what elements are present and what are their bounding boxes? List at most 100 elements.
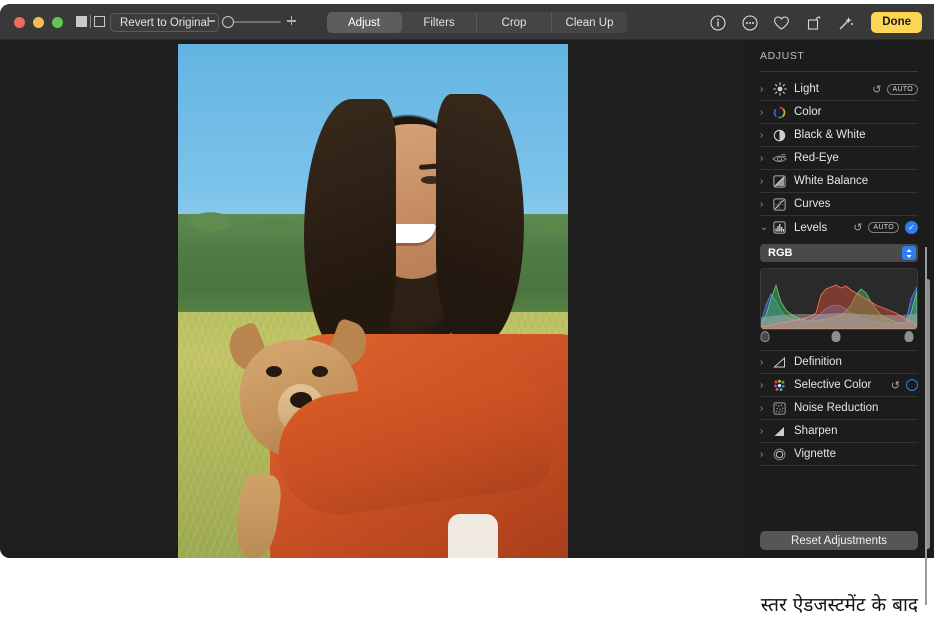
magic-wand-icon[interactable]	[837, 14, 854, 31]
more-options-icon[interactable]	[741, 14, 758, 31]
adjustment-list: › Light ↺ AUTO › Color	[744, 78, 934, 466]
sidebar-item-label: Vignette	[794, 448, 836, 460]
revert-icon[interactable]: ↺	[853, 221, 862, 234]
brightness-icon	[772, 82, 787, 97]
sidebar-item-vignette[interactable]: › Vignette	[760, 443, 918, 466]
close-button[interactable]	[14, 17, 25, 28]
sidebar-item-noise-reduction[interactable]: › Noise Reduction	[760, 397, 918, 420]
sidebar-title: ADJUST	[760, 50, 804, 62]
zoom-slider[interactable]	[208, 15, 296, 29]
revert-icon[interactable]: ↺	[891, 379, 900, 392]
sharpen-icon	[772, 424, 787, 439]
sidebar-item-label: Selective Color	[794, 379, 871, 391]
tab-adjust[interactable]: Adjust	[327, 12, 402, 33]
histogram-svg	[761, 269, 917, 329]
edited-photo[interactable]	[178, 44, 568, 558]
photo-canvas	[0, 40, 744, 558]
edit-mode-tabs: Adjust Filters Crop Clean Up	[327, 12, 627, 33]
chevron-right-icon[interactable]: ›	[760, 449, 772, 460]
sidebar-item-white-balance[interactable]: › White Balance	[760, 170, 918, 193]
callout-line	[925, 247, 927, 605]
curves-icon	[772, 197, 787, 212]
sidebar-item-definition[interactable]: › Definition	[760, 351, 918, 374]
chevron-right-icon[interactable]: ›	[760, 357, 772, 368]
noise-reduction-icon	[772, 401, 787, 416]
sidebar-item-label: Red-Eye	[794, 152, 839, 164]
black-white-icon	[772, 128, 787, 143]
tab-crop[interactable]: Crop	[477, 12, 552, 33]
red-eye-icon	[772, 151, 787, 166]
minimize-button[interactable]	[33, 17, 44, 28]
reset-adjustments-button[interactable]: Reset Adjustments	[760, 531, 918, 550]
dog-eye-right	[312, 366, 328, 377]
auto-badge[interactable]: AUTO	[887, 84, 918, 95]
zoom-in-icon[interactable]	[287, 16, 296, 25]
revert-icon[interactable]: ↺	[872, 83, 881, 96]
chevron-updown-icon[interactable]	[902, 246, 916, 260]
black-point-handle[interactable]	[760, 331, 769, 342]
rotate-icon[interactable]	[805, 14, 822, 31]
levels-panel: RGB	[760, 239, 918, 351]
selective-color-icon	[772, 378, 787, 393]
chevron-right-icon[interactable]: ›	[760, 84, 772, 95]
chevron-right-icon[interactable]: ›	[760, 130, 772, 141]
sidebar-item-light[interactable]: › Light ↺ AUTO	[760, 78, 918, 101]
sidebar-item-color[interactable]: › Color	[760, 101, 918, 124]
sidebar-item-label: Noise Reduction	[794, 402, 878, 414]
tab-cleanup[interactable]: Clean Up	[552, 12, 627, 33]
levels-histogram[interactable]	[760, 268, 918, 330]
chevron-right-icon[interactable]: ›	[760, 403, 772, 414]
chevron-right-icon[interactable]: ›	[760, 426, 772, 437]
white-undershirt	[448, 514, 498, 558]
levels-enabled-checkbox[interactable]: ✓	[905, 221, 918, 234]
done-button[interactable]: Done	[871, 12, 922, 33]
adjust-sidebar: ADJUST › Light ↺ AUTO ›	[744, 40, 934, 558]
sidebar-item-levels[interactable]: ⌄ Levels ↺ AUTO ✓	[760, 216, 918, 239]
item-controls: ↺	[891, 379, 918, 392]
sidebar-item-black-and-white[interactable]: › Black & White	[760, 124, 918, 147]
split-view-icon[interactable]	[94, 16, 105, 27]
zoom-slider-knob[interactable]	[222, 16, 234, 28]
divider	[90, 15, 91, 28]
sidebar-item-selective-color[interactable]: › Selective Color ↺	[760, 374, 918, 397]
midtone-handle[interactable]	[831, 331, 840, 342]
chevron-right-icon[interactable]: ›	[760, 380, 772, 391]
levels-slider-track[interactable]	[760, 331, 918, 343]
figure-caption: स्तर ऐडजस्टमेंट के बाद	[761, 591, 918, 617]
item-controls: ↺ AUTO	[872, 83, 918, 96]
levels-icon	[772, 220, 787, 235]
maximize-button[interactable]	[52, 17, 63, 28]
tab-filters[interactable]: Filters	[402, 12, 477, 33]
favorite-heart-icon[interactable]	[773, 14, 790, 31]
chevron-down-icon[interactable]: ⌄	[760, 222, 772, 233]
sidebar-item-label: Levels	[794, 222, 827, 234]
sidebar-item-label: Definition	[794, 356, 842, 368]
sidebar-item-curves[interactable]: › Curves	[760, 193, 918, 216]
selective-color-checkbox[interactable]	[906, 379, 918, 391]
levels-channel-select[interactable]: RGB	[760, 244, 918, 262]
chevron-right-icon[interactable]: ›	[760, 176, 772, 187]
color-wheel-icon	[772, 105, 787, 120]
revert-to-original-button[interactable]: Revert to Original	[110, 13, 219, 32]
toolbar: Revert to Original Adjust Filters Crop C…	[0, 4, 934, 40]
toolbar-right-actions: Done	[709, 12, 922, 33]
view-mode-toggle[interactable]	[76, 15, 105, 28]
photos-editor-window: Revert to Original Adjust Filters Crop C…	[0, 4, 934, 558]
white-balance-icon	[772, 174, 787, 189]
zoom-out-icon[interactable]	[208, 20, 215, 22]
levels-channel-value: RGB	[768, 247, 792, 259]
sidebar-item-red-eye[interactable]: › Red-Eye	[760, 147, 918, 170]
sidebar-item-sharpen[interactable]: › Sharpen	[760, 420, 918, 443]
white-point-handle[interactable]	[904, 331, 913, 342]
single-view-icon[interactable]	[76, 16, 87, 27]
sidebar-item-label: Curves	[794, 198, 830, 210]
vignette-icon	[772, 447, 787, 462]
screenshot-root: Revert to Original Adjust Filters Crop C…	[0, 0, 934, 625]
sidebar-item-label: White Balance	[794, 175, 868, 187]
sidebar-item-label: Black & White	[794, 129, 866, 141]
chevron-right-icon[interactable]: ›	[760, 153, 772, 164]
chevron-right-icon[interactable]: ›	[760, 199, 772, 210]
info-icon[interactable]	[709, 14, 726, 31]
auto-badge[interactable]: AUTO	[868, 222, 899, 233]
chevron-right-icon[interactable]: ›	[760, 107, 772, 118]
